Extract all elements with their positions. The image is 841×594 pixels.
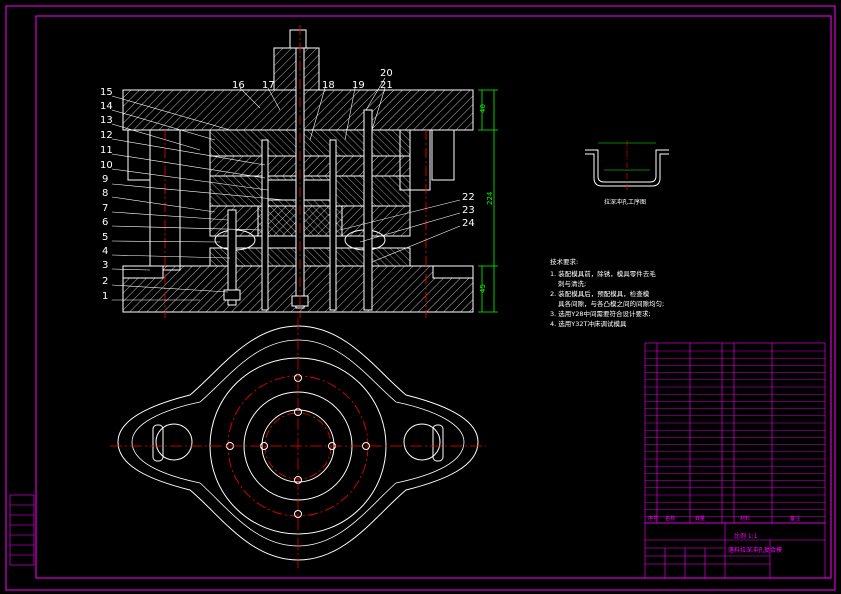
- part-label: 3: [102, 260, 108, 271]
- workpiece-sketch: [585, 140, 669, 192]
- part-label: 22: [462, 192, 475, 203]
- part-label: 23: [462, 205, 475, 216]
- part-labels-right: 22 23 24: [462, 192, 475, 229]
- dim-upper: 40: [479, 104, 487, 113]
- part-label: 16: [232, 80, 245, 91]
- part-label: 7: [102, 203, 108, 214]
- tech-req-line: 4. 选用Y32T冲床调试模具: [550, 319, 627, 328]
- tech-req-line: 具各间隙，与各凸模之间的间隙均匀;: [558, 299, 664, 308]
- parts-header: 序号: [648, 515, 658, 522]
- part-label: 24: [462, 218, 475, 229]
- part-label: 11: [100, 145, 113, 156]
- part-label: 17: [262, 80, 275, 91]
- part-label: 4: [102, 246, 108, 257]
- parts-list-rows: [645, 350, 825, 517]
- section-view: [122, 25, 498, 318]
- part-label: 10: [100, 160, 113, 171]
- part-label: 9: [102, 174, 108, 185]
- dim-total: 224: [486, 191, 494, 205]
- tech-requirements: 技术要求: 1. 装配模具前，除锈，模具零件去毛 刺与清洗; 2. 装配模具后，…: [550, 257, 664, 328]
- margin-stamp: [9, 494, 35, 566]
- drawing-name: 落料拉深冲孔复合模: [728, 546, 782, 554]
- part-label: 1: [102, 291, 108, 302]
- part-label: 6: [102, 217, 108, 228]
- cad-drawing-canvas: 15 14 13 12 11 10 9 8 7 6 5 4 3 2 1 16 1…: [5, 5, 836, 591]
- workpiece-caption: 拉深冲孔工序图: [604, 198, 646, 206]
- parts-header: 备注: [790, 515, 800, 522]
- part-label: 14: [100, 101, 113, 112]
- part-label: 20: [380, 68, 393, 79]
- part-labels-left: 15 14 13 12 11 10 9 8 7 6 5 4 3 2 1: [100, 87, 113, 302]
- part-label: 5: [102, 232, 108, 243]
- tech-req-line: 3. 选用Y28中间需要符合设计要求;: [550, 309, 651, 318]
- plan-view: [110, 318, 486, 568]
- part-label: 18: [322, 80, 335, 91]
- part-label: 8: [102, 188, 108, 199]
- dimension-texts: 40 224 45: [479, 104, 494, 293]
- part-label: 12: [100, 130, 113, 141]
- tech-req-line: 2. 装配模具后，预配模具，检查模: [550, 289, 650, 298]
- parts-header: 材料: [740, 515, 750, 522]
- part-label: 13: [100, 115, 113, 126]
- dim-lower: 45: [479, 284, 487, 293]
- tech-req-title: 技术要求:: [550, 257, 578, 266]
- parts-list: [644, 342, 826, 524]
- tech-req-line: 刺与清洗;: [558, 279, 586, 288]
- part-label: 2: [102, 276, 108, 287]
- part-label: 21: [380, 80, 393, 91]
- scale-label: 比例 1:1: [734, 532, 758, 540]
- parts-header: 名称: [665, 515, 675, 522]
- tech-req-line: 1. 装配模具前，除锈，模具零件去毛: [550, 269, 656, 278]
- part-label: 15: [100, 87, 113, 98]
- part-label: 19: [352, 80, 365, 91]
- parts-header: 数量: [695, 515, 705, 522]
